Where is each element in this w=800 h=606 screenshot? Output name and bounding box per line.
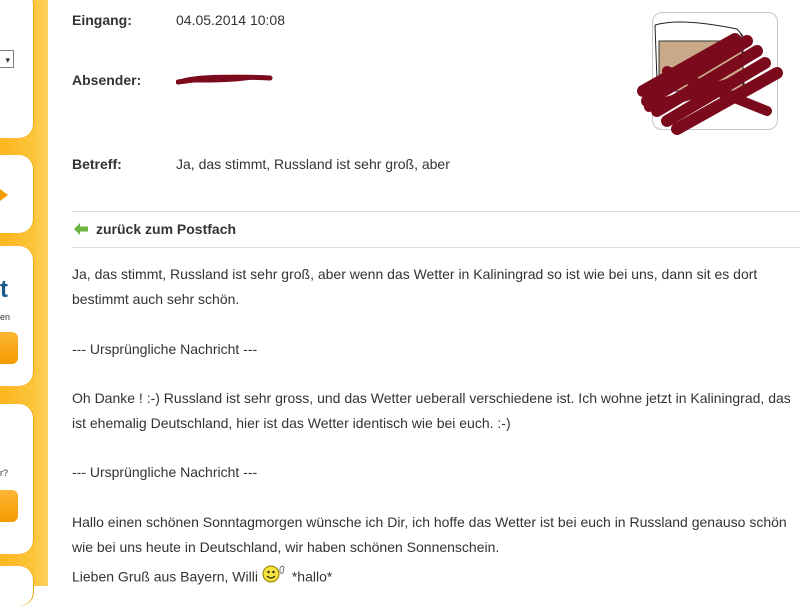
sidebar-button-2[interactable] — [0, 490, 18, 522]
arrow-right-icon[interactable] — [0, 189, 8, 201]
quote-separator: --- Ursprüngliche Nachricht --- — [72, 341, 258, 357]
sidebar-button[interactable] — [0, 332, 18, 364]
message-line: bestimmt auch sehr schön. — [72, 291, 240, 307]
sidebar-card-5 — [0, 566, 34, 606]
smiley-caption: *hallo* — [291, 568, 333, 585]
sidebar-big-letter: t — [0, 276, 8, 303]
sender-avatar[interactable] — [637, 12, 783, 135]
sidebar-small-text: en — [0, 312, 11, 322]
avatar-redaction — [637, 21, 783, 135]
betreff-value: Ja, das stimmt, Russland ist sehr groß, … — [176, 156, 450, 172]
sidebar-select[interactable]: ▾ — [0, 50, 14, 68]
sender-redaction — [176, 74, 273, 85]
sidebar-card-2 — [0, 155, 34, 233]
sidebar-card-4: r? — [0, 404, 34, 554]
message-line: ist ehemalig Deutschland, hier ist das W… — [72, 415, 511, 431]
sidebar-small-text-2: r? — [0, 468, 9, 478]
eingang-label: Eingang: — [72, 12, 132, 28]
back-link-label: zurück zum Postfach — [96, 221, 237, 237]
message-line: Ja, das stimmt, Russland ist sehr groß, … — [72, 266, 758, 282]
left-sidebar: ▾ t en r? — [0, 0, 48, 606]
message-signature-line: Lieben Gruß aus Bayern, Willi *hallo* — [72, 564, 794, 592]
eingang-value: 04.05.2014 10:08 — [176, 12, 285, 28]
message-line: Oh Danke ! :-) Russland ist sehr gross, … — [72, 390, 791, 406]
divider-bottom — [72, 247, 800, 248]
quote-separator: --- Ursprüngliche Nachricht --- — [72, 464, 258, 480]
sidebar-card-3: t en — [0, 246, 34, 386]
back-to-inbox-link[interactable]: zurück zum Postfach — [74, 221, 236, 237]
signature-text: Lieben Gruß aus Bayern, Willi — [72, 568, 258, 585]
absender-label: Absender: — [72, 72, 142, 88]
message-line: wie bei uns heute in Deutschland, wir ha… — [72, 539, 500, 555]
back-arrow-icon — [74, 223, 88, 235]
sidebar-card-1: ▾ — [0, 0, 34, 138]
message-line: Hallo einen schönen Sonntagmorgen wünsch… — [72, 514, 787, 530]
waving-smiley-icon — [262, 564, 288, 592]
divider-top — [72, 211, 800, 212]
betreff-label: Betreff: — [72, 156, 122, 172]
